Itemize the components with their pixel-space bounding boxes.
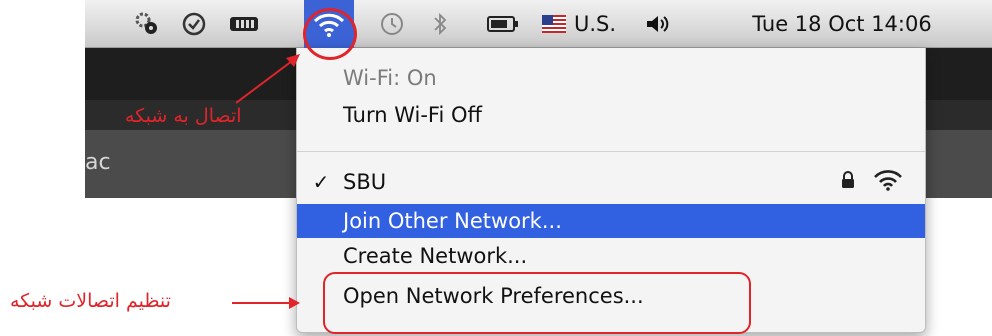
network-settings-annotation: تنظیم اتصالات شبکه [10, 290, 171, 312]
annotation-arrows [232, 54, 300, 309]
connect-network-annotation: اتصال به شبکه [125, 105, 242, 127]
